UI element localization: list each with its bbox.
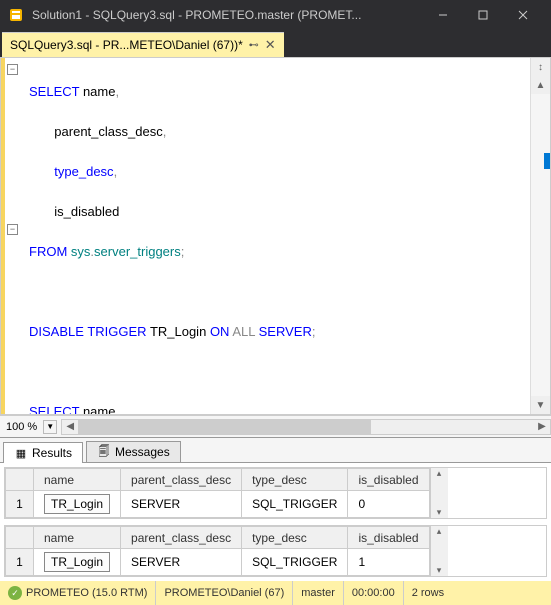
scroll-up-icon[interactable]: ▲ xyxy=(531,76,550,94)
scroll-down-icon[interactable]: ▾ xyxy=(437,565,442,576)
status-database: master xyxy=(293,581,344,605)
col-header[interactable]: type_desc xyxy=(242,469,348,491)
col-header[interactable]: name xyxy=(34,469,121,491)
results-panel: ▦ Results 🗐 Messages name parent_class_d… xyxy=(0,437,551,581)
grid-table[interactable]: name parent_class_desc type_desc is_disa… xyxy=(5,526,430,576)
col-header[interactable]: is_disabled xyxy=(348,469,429,491)
scroll-down-icon[interactable]: ▼ xyxy=(531,396,550,414)
pin-icon[interactable]: ⊷ xyxy=(249,40,259,51)
minimize-button[interactable] xyxy=(423,4,463,26)
tab-results[interactable]: ▦ Results xyxy=(3,442,83,463)
code-editor[interactable]: − − SELECT name, parent_class_desc, type… xyxy=(0,57,551,415)
cell[interactable]: TR_Login xyxy=(34,491,121,518)
window-title: Solution1 - SQLQuery3.sql - PROMETEO.mas… xyxy=(32,8,423,22)
status-bar: ✓ PROMETEO (15.0 RTM) PROMETEO\Daniel (6… xyxy=(0,581,551,605)
col-header[interactable]: parent_class_desc xyxy=(121,469,242,491)
cell[interactable]: 0 xyxy=(348,491,429,518)
document-tab[interactable]: SQLQuery3.sql - PR...METEO\Daniel (67))*… xyxy=(2,32,284,57)
scroll-up-icon[interactable]: ▴ xyxy=(437,526,442,537)
messages-icon: 🗐 xyxy=(97,445,111,459)
status-rowcount: 2 rows xyxy=(404,581,452,605)
cell[interactable]: SERVER xyxy=(121,549,242,576)
scroll-right-icon[interactable]: ▶ xyxy=(534,420,550,434)
table-row[interactable]: 1 TR_Login SERVER SQL_TRIGGER 0 xyxy=(6,491,430,518)
header-row: name parent_class_desc type_desc is_disa… xyxy=(6,469,430,491)
scroll-down-icon[interactable]: ▾ xyxy=(437,507,442,518)
rownum-header xyxy=(6,469,34,491)
cell[interactable]: 1 xyxy=(348,549,429,576)
scroll-marker xyxy=(544,153,550,169)
status-server: PROMETEO (15.0 RTM) xyxy=(26,587,147,599)
status-connection: ✓ PROMETEO (15.0 RTM) xyxy=(0,581,156,605)
scroll-thumb[interactable] xyxy=(78,420,371,434)
app-icon xyxy=(8,7,24,23)
row-number: 1 xyxy=(6,549,34,576)
connected-icon: ✓ xyxy=(8,586,22,600)
maximize-button[interactable] xyxy=(463,4,503,26)
result-grid-1: name parent_class_desc type_desc is_disa… xyxy=(4,467,547,519)
app-window: Solution1 - SQLQuery3.sql - PROMETEO.mas… xyxy=(0,0,551,605)
horizontal-scrollbar[interactable]: ◀ ▶ xyxy=(61,419,551,435)
col-header[interactable]: parent_class_desc xyxy=(121,527,242,549)
status-time: 00:00:00 xyxy=(344,581,404,605)
rownum-header xyxy=(6,527,34,549)
code-area[interactable]: SELECT name, parent_class_desc, type_des… xyxy=(25,58,530,414)
grid-table[interactable]: name parent_class_desc type_desc is_disa… xyxy=(5,468,430,518)
zoom-dropdown-icon[interactable]: ▼ xyxy=(43,420,57,434)
cell[interactable]: SQL_TRIGGER xyxy=(242,549,348,576)
cell[interactable]: SERVER xyxy=(121,491,242,518)
scroll-left-icon[interactable]: ◀ xyxy=(62,420,78,434)
results-tab-label: Results xyxy=(32,446,72,460)
titlebar[interactable]: Solution1 - SQLQuery3.sql - PROMETEO.mas… xyxy=(0,0,551,30)
grid-scrollbar[interactable]: ▴▾ xyxy=(430,526,448,576)
close-tab-icon[interactable]: ✕ xyxy=(265,37,276,53)
table-row[interactable]: 1 TR_Login SERVER SQL_TRIGGER 1 xyxy=(6,549,430,576)
tab-messages[interactable]: 🗐 Messages xyxy=(86,441,181,462)
scroll-up-icon[interactable]: ▴ xyxy=(437,468,442,479)
grid-scrollbar[interactable]: ▴▾ xyxy=(430,468,448,518)
vertical-scrollbar[interactable]: ↕ ▲ ▼ xyxy=(530,58,550,414)
row-number: 1 xyxy=(6,491,34,518)
col-header[interactable]: name xyxy=(34,527,121,549)
split-icon[interactable]: ↕ xyxy=(531,58,550,76)
results-grids: name parent_class_desc type_desc is_disa… xyxy=(0,463,551,581)
fold-toggle-icon[interactable]: − xyxy=(7,64,18,75)
grid-icon: ▦ xyxy=(14,446,28,460)
cell[interactable]: SQL_TRIGGER xyxy=(242,491,348,518)
tab-label: SQLQuery3.sql - PR...METEO\Daniel (67))* xyxy=(10,38,243,52)
cell[interactable]: TR_Login xyxy=(34,549,121,576)
results-tabstrip: ▦ Results 🗐 Messages xyxy=(0,438,551,463)
editor-gutter: − − xyxy=(5,58,25,414)
status-user: PROMETEO\Daniel (67) xyxy=(156,581,293,605)
document-tabstrip: SQLQuery3.sql - PR...METEO\Daniel (67))*… xyxy=(0,30,551,57)
fold-toggle-icon[interactable]: − xyxy=(7,224,18,235)
zoom-bar: 100 % ▼ ◀ ▶ xyxy=(0,415,551,437)
header-row: name parent_class_desc type_desc is_disa… xyxy=(6,527,430,549)
zoom-level: 100 % xyxy=(0,421,43,433)
messages-tab-label: Messages xyxy=(115,445,170,459)
close-button[interactable] xyxy=(503,4,543,26)
col-header[interactable]: is_disabled xyxy=(348,527,429,549)
col-header[interactable]: type_desc xyxy=(242,527,348,549)
result-grid-2: name parent_class_desc type_desc is_disa… xyxy=(4,525,547,577)
